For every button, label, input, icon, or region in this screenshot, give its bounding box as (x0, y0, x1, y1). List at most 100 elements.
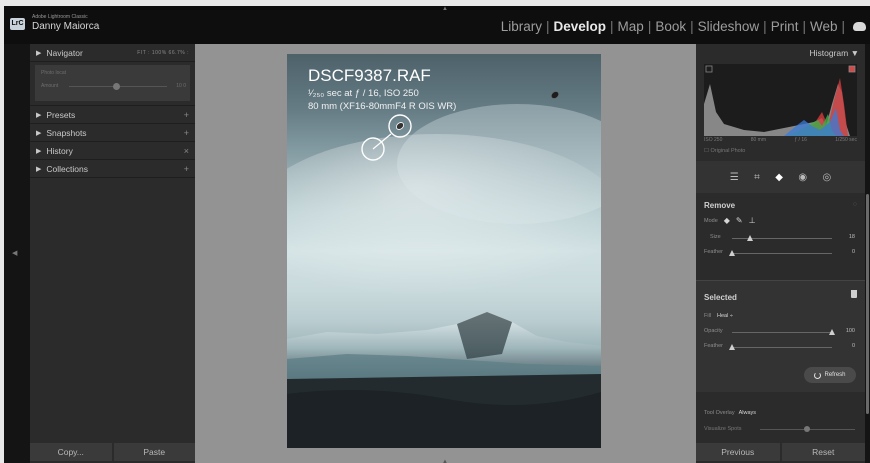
size-value[interactable]: 18 (849, 234, 855, 240)
module-map[interactable]: Map (618, 19, 644, 34)
size-label: Size (710, 234, 721, 240)
navigator-label: Navigator (46, 47, 83, 58)
collections-header[interactable]: ▶ Collections + (30, 160, 195, 178)
tool-overlay-row[interactable]: Tool Overlay Always (704, 410, 756, 416)
scrollbar-thumb[interactable] (866, 194, 869, 414)
heal-icon[interactable]: ✎ (736, 216, 743, 225)
hist-iso: ISO 250 (704, 137, 723, 143)
size-slider[interactable]: Size 18 (704, 234, 855, 243)
histogram[interactable] (704, 64, 857, 136)
user-name[interactable]: Danny Maiorca (32, 21, 99, 32)
collapse-left-arrow-icon[interactable]: ◀ (12, 249, 17, 257)
expand-triangle-icon: ▶ (36, 147, 42, 155)
size-knob[interactable] (746, 235, 753, 241)
original-photo-checkbox[interactable]: ☐ Original Photo (704, 148, 745, 154)
module-print[interactable]: Print (771, 19, 799, 34)
left-panel: ▶ Navigator FIT : 100% 66.7% : Photo loc… (30, 44, 195, 463)
edit-sliders-icon[interactable]: ☰ (730, 172, 739, 183)
tool-strip: ☰ ⌗ ◆ ◉ ◎ (696, 161, 865, 193)
navigator-header[interactable]: ▶ Navigator FIT : 100% 66.7% : (30, 44, 195, 62)
remove-feather-knob[interactable] (728, 250, 735, 256)
hist-shutter: 1/250 sec (835, 137, 857, 143)
add-collection-icon[interactable]: + (184, 164, 189, 174)
collapse-top-arrow-icon[interactable]: ▲ (442, 6, 448, 12)
lrc-logo: LrC (10, 18, 25, 30)
selected-feather-value[interactable]: 0 (852, 343, 855, 349)
nav-preview-amount: Amount (41, 83, 59, 89)
eraser-icon[interactable]: ◆ (775, 172, 783, 183)
original-photo-label: Original Photo (710, 148, 746, 154)
histogram-header[interactable]: Histogram ▼ (696, 44, 865, 60)
selected-title: Selected (704, 293, 737, 302)
selected-feather-label: Feather (704, 343, 723, 349)
right-panel-scrollbar[interactable] (865, 44, 870, 463)
help-icon[interactable]: ○ (853, 201, 857, 208)
remove-panel: Remove ○ Mode ◆ ✎ ⊥ Size 18 Feather 0 (696, 197, 865, 256)
red-eye-icon[interactable]: ◉ (798, 172, 807, 183)
selected-panel: Selected Fill Heal ÷ Opacity 100 Feather … (696, 280, 865, 392)
clone-stamp-icon[interactable]: ⊥ (749, 216, 756, 225)
opacity-value[interactable]: 100 (846, 328, 855, 334)
left-panel-edge: ◀ (4, 44, 30, 463)
histogram-collapse-icon: ▼ (850, 48, 859, 58)
remove-feather-slider[interactable]: Feather 0 (704, 249, 855, 258)
visualize-spots-row[interactable]: Visualize Spots (704, 426, 855, 432)
previous-button[interactable]: Previous (696, 443, 780, 461)
snapshots-header[interactable]: ▶ Snapshots + (30, 124, 195, 142)
hist-aperture: ƒ / 16 (794, 137, 807, 143)
selected-feather-slider[interactable]: Feather 0 (704, 343, 855, 352)
expand-triangle-icon: ▶ (36, 49, 42, 57)
opacity-slider[interactable]: Opacity 100 (704, 328, 855, 337)
navigator-zoom-options[interactable]: FIT : 100% 66.7% : (137, 50, 189, 56)
collapse-bottom-arrow-icon[interactable]: ▲ (442, 459, 448, 463)
opacity-track (732, 332, 832, 333)
cloud-icon[interactable] (853, 22, 866, 31)
dust-spot (551, 91, 559, 99)
snapshots-label: Snapshots (46, 127, 87, 138)
photo-canvas: DSCF9387.RAF ¹⁄₂₅₀ sec at ƒ / 16, ISO 25… (195, 44, 696, 463)
app-name: Adobe Lightroom Classic (32, 14, 88, 20)
remove-spot-source (388, 114, 412, 138)
refresh-button[interactable]: Refresh (804, 367, 856, 383)
reset-button[interactable]: Reset (781, 443, 865, 461)
presets-header[interactable]: ▶ Presets + (30, 106, 195, 124)
remove-feather-value[interactable]: 0 (852, 249, 855, 255)
right-panel: Histogram ▼ ISO 250 80 mm ƒ / 16 1/250 s… (696, 44, 865, 463)
fill-select[interactable]: Heal ÷ (717, 313, 733, 319)
module-picker: Library | Develop | Map | Book | Slideshow | … (501, 19, 866, 34)
module-web[interactable]: Web (810, 19, 838, 34)
lightroom-window: LrC Adobe Lightroom Classic Danny Maiorc… (4, 6, 870, 463)
module-library[interactable]: Library (501, 19, 542, 34)
trash-icon[interactable] (851, 290, 857, 298)
module-book[interactable]: Book (655, 19, 686, 34)
remove-title: Remove (704, 201, 736, 210)
expand-triangle-icon: ▶ (36, 111, 42, 119)
photo-exposure: ¹⁄₂₅₀ sec at ƒ / 16, ISO 250 (308, 88, 419, 99)
copy-button[interactable]: Copy... (30, 443, 112, 461)
expand-triangle-icon: ▶ (36, 129, 42, 137)
fill-row[interactable]: Fill Heal ÷ (704, 313, 733, 319)
opacity-knob[interactable] (828, 329, 835, 335)
collections-label: Collections (46, 163, 88, 174)
masking-icon[interactable]: ◎ (823, 172, 832, 183)
right-bottom-buttons: Previous Reset (696, 441, 865, 463)
add-snapshot-icon[interactable]: + (184, 128, 189, 138)
nav-preview-knob (113, 83, 120, 90)
crop-icon[interactable]: ⌗ (754, 172, 760, 183)
module-slideshow[interactable]: Slideshow (698, 19, 760, 34)
refresh-label: Refresh (824, 372, 846, 378)
mode-label: Mode (704, 217, 718, 224)
content-aware-icon[interactable]: ◆ (724, 216, 730, 225)
tool-overlay-select[interactable]: Always (739, 410, 756, 416)
add-preset-icon[interactable]: + (184, 110, 189, 120)
history-header[interactable]: ▶ History × (30, 142, 195, 160)
paste-button[interactable]: Paste (113, 443, 195, 461)
selected-feather-knob[interactable] (728, 344, 735, 350)
histogram-metadata: ISO 250 80 mm ƒ / 16 1/250 sec (704, 137, 857, 143)
visualize-knob[interactable] (804, 426, 810, 432)
history-label: History (46, 145, 73, 156)
clear-history-icon[interactable]: × (184, 146, 189, 156)
photo-image[interactable]: DSCF9387.RAF ¹⁄₂₅₀ sec at ƒ / 16, ISO 25… (287, 54, 601, 448)
module-develop[interactable]: Develop (554, 19, 607, 34)
photo-info-overlay: DSCF9387.RAF ¹⁄₂₅₀ sec at ƒ / 16, ISO 25… (308, 66, 456, 112)
